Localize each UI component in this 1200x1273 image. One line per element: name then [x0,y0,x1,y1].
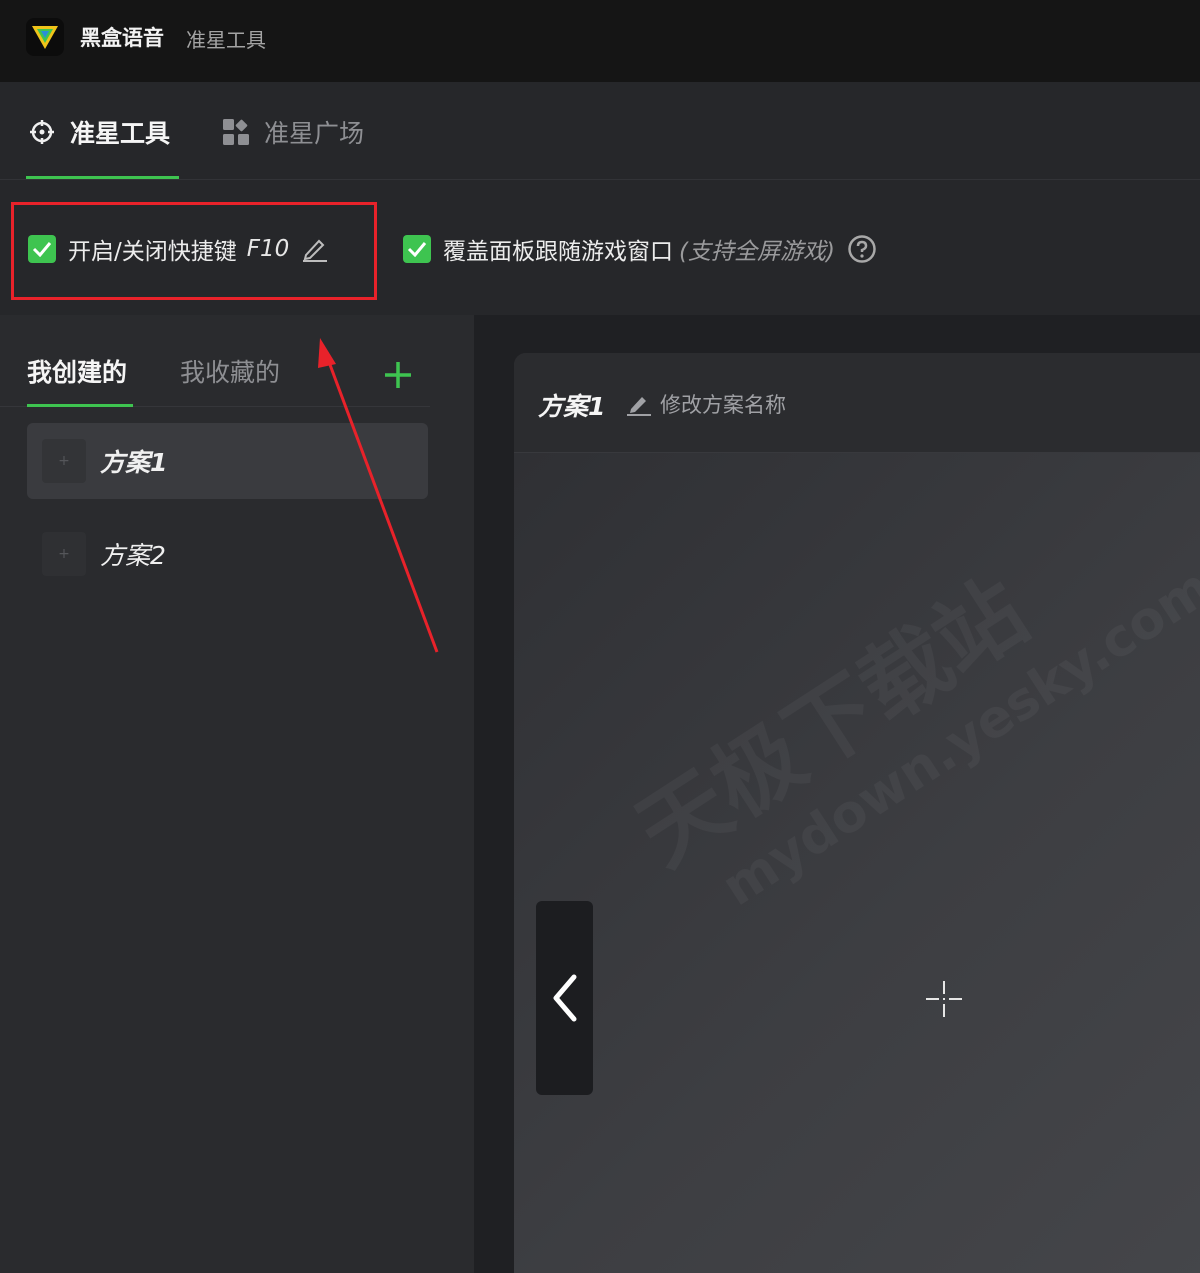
crosshair-icon [28,118,56,146]
rename-plan-button[interactable]: 修改方案名称 [626,389,786,419]
help-icon[interactable] [847,234,877,264]
main-tab-bar: 准星工具 准星广场 [0,82,1200,180]
app-logo-icon [26,18,64,56]
plan-thumbnail-icon: + [42,532,86,576]
tab-crosshair-tool[interactable]: 准星工具 [28,112,170,152]
chevron-left-icon [553,974,576,1022]
overlay-follow-note: (支持全屏游戏) [679,239,835,265]
plan-editor-header: 方案1 修改方案名称 [514,353,1200,453]
crosshair-preview: 天极下载站 mydown.yesky.com [514,453,1200,1273]
overlay-follow-option[interactable]: 覆盖面板跟随游戏窗口 (支持全屏游戏) [403,232,877,266]
tab-my-favorites[interactable]: 我收藏的 [180,353,280,389]
app-subtitle: 准星工具 [186,28,266,52]
annotation-arrow [318,338,439,653]
title-bar: 黑盒语音 准星工具 [0,0,1200,82]
crosshair-preview-icon [926,981,962,1017]
annotation-highlight-box [11,202,377,300]
plan-title: 方案1 [538,392,606,421]
plan-thumbnail-icon: + [42,439,86,483]
overlay-follow-checkbox[interactable] [403,235,431,263]
edit-icon [627,397,651,416]
tab-my-created[interactable]: 我创建的 [27,353,127,389]
active-tab-indicator [26,176,179,179]
plan-label: 方案1 [100,448,168,477]
tab-crosshair-plaza[interactable]: 准星广场 [222,112,364,152]
plan-editor-area: 方案1 修改方案名称 天极下载站 mydown.yesky.com [474,315,1200,1273]
grid-icon [222,118,250,146]
plan-editor-card: 方案1 修改方案名称 天极下载站 mydown.yesky.com [514,353,1200,1273]
active-subtab-indicator [27,404,133,407]
watermark: 天极下载站 mydown.yesky.com [609,500,1200,940]
tab-crosshair-plaza-label: 准星广场 [264,119,365,148]
app-name: 黑盒语音 [80,26,164,50]
rename-plan-label: 修改方案名称 [660,393,786,417]
collapse-panel-button[interactable] [536,901,593,1095]
tab-crosshair-tool-label: 准星工具 [70,119,171,148]
plan-label: 方案2 [100,541,166,570]
overlay-follow-label: 覆盖面板跟随游戏窗口 [443,239,673,265]
